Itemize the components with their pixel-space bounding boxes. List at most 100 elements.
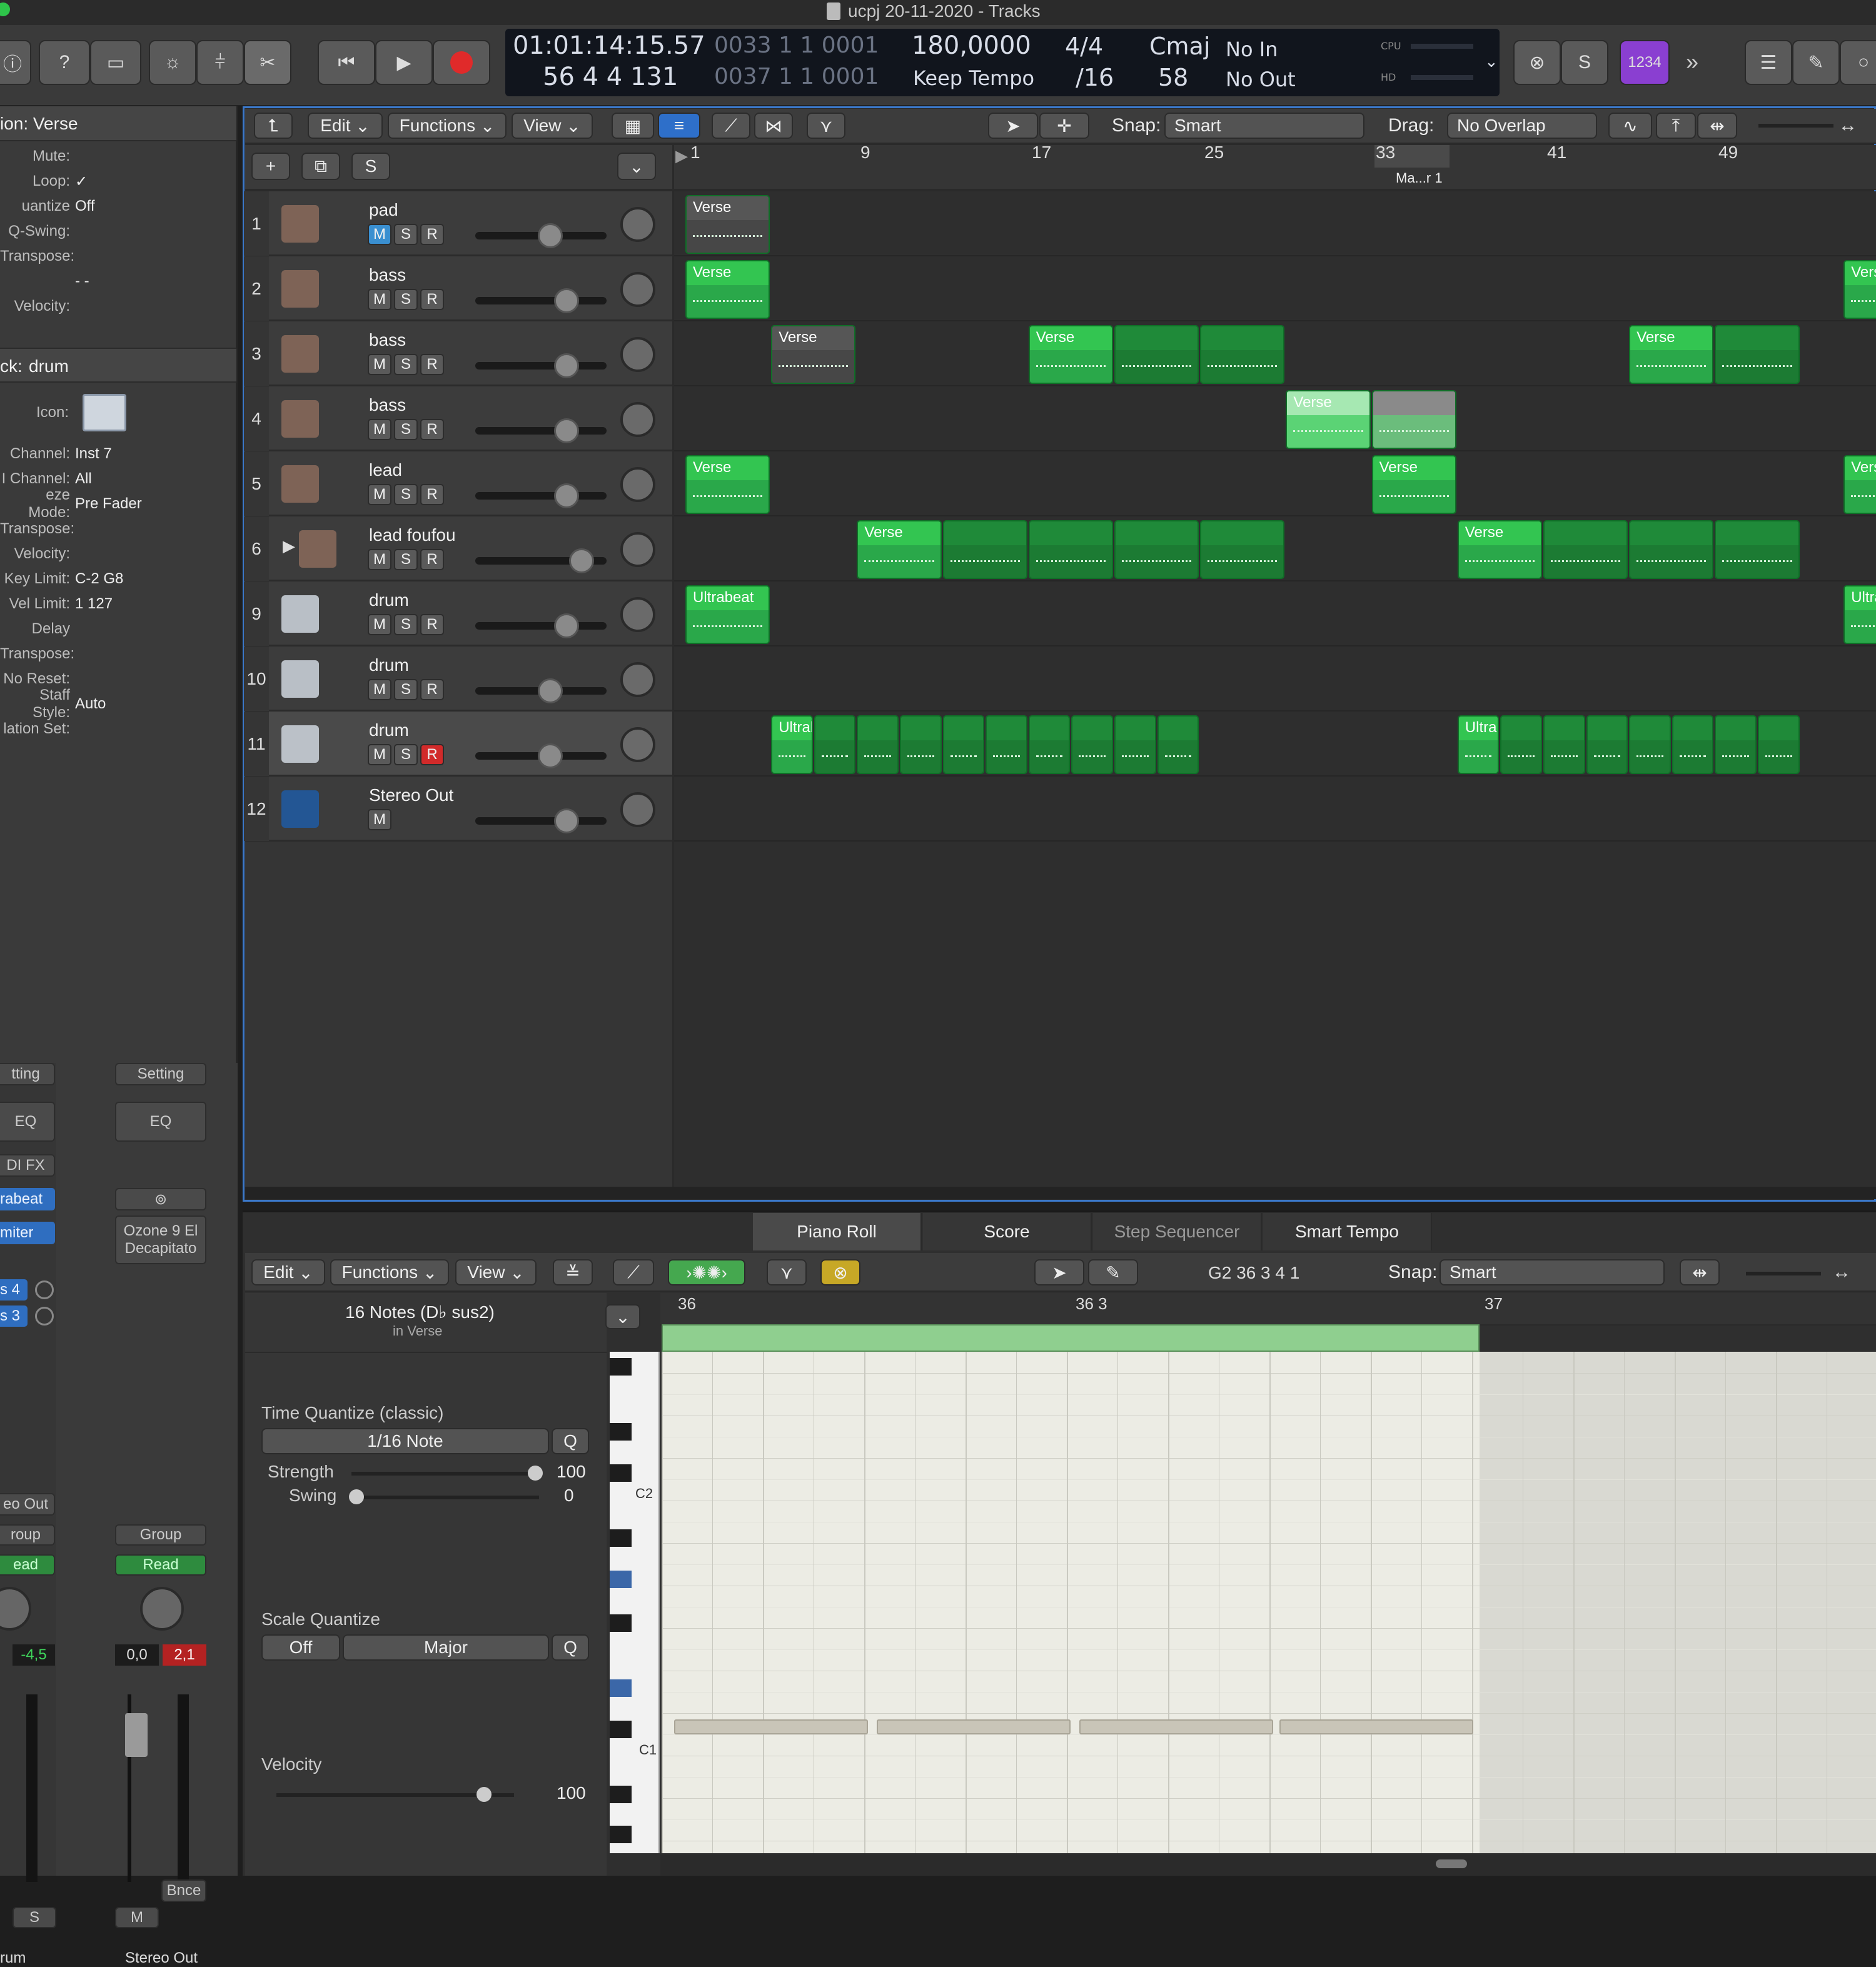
drum-machine-icon[interactable] [281,595,319,633]
arrange-region[interactable] [986,715,1027,774]
volume-slider-knob[interactable] [554,418,579,443]
track-header[interactable]: 5 lead M S R [244,451,672,516]
arrange-region[interactable] [1543,520,1628,579]
track-row[interactable]: Key Limit: C-2 G8 [0,566,234,591]
bounce-button[interactable]: Bnce [161,1879,206,1902]
arrange-region[interactable]: Verse [1286,390,1371,449]
pan-knob[interactable] [620,337,655,372]
arrange-region[interactable] [814,715,856,774]
arrange-region[interactable]: Ultrabeat [1457,715,1500,774]
track-row[interactable]: Velocity: [0,541,234,566]
automation-button[interactable]: ⟋ [712,113,750,139]
volume-slider-knob[interactable] [554,288,579,313]
region-row[interactable]: Q-Swing: [0,219,234,244]
volume-slider[interactable] [475,743,607,768]
record-enable-button[interactable]: R [420,419,444,440]
list-view-button[interactable]: ≡ [658,113,700,139]
black-key[interactable] [610,1423,632,1441]
black-key[interactable] [610,1786,632,1803]
record-enable-button[interactable]: R [420,549,444,570]
pr-pointer-tool[interactable]: ➤ [1034,1259,1084,1285]
list-editors-button[interactable]: ☰ [1745,40,1792,85]
mute-button[interactable]: M [368,354,391,375]
more-icon[interactable]: » [1686,49,1698,75]
mute-button[interactable]: M [368,744,391,765]
black-key[interactable] [610,1721,632,1738]
track-name[interactable]: drum [369,590,409,610]
arrange-region[interactable] [1371,390,1456,449]
lcd-display[interactable]: 01:01:14:15.57 56 4 4 131 0033 1 1 0001 … [505,29,1500,96]
add-track-button[interactable]: + [251,153,290,180]
region-strip[interactable] [662,1324,1480,1352]
record-enable-button[interactable]: R [420,614,444,635]
automation-button-left[interactable]: ead [0,1554,55,1576]
pan-knob-right[interactable] [140,1587,184,1631]
pr-snap-select[interactable]: Smart [1440,1259,1665,1285]
play-button[interactable]: ▶ [375,40,433,85]
arrange-region[interactable] [1758,715,1800,774]
volume-slider-knob[interactable] [554,483,579,508]
black-key[interactable] [610,1529,632,1547]
arrange-region[interactable] [857,715,899,774]
track-row[interactable]: Delay [0,616,234,641]
global-solo-button[interactable]: S [351,153,390,180]
solo-button-left[interactable]: S [13,1907,56,1928]
swing-knob[interactable] [349,1489,364,1504]
editor-tab[interactable]: Piano Roll [753,1213,922,1250]
smart-controls-button[interactable]: ☼ [149,40,196,85]
arrange-region[interactable]: Verse [1457,520,1542,579]
mute-button[interactable]: M [368,224,391,245]
solo-button[interactable]: S [394,679,418,700]
quick-help-button[interactable]: ? [39,40,90,85]
audio-fx-slot-2[interactable]: Decapitato [125,1240,197,1257]
track-header[interactable]: 4 bass M S R [244,386,672,451]
arrange-region[interactable]: Verse [1028,325,1113,384]
track-name[interactable]: lead [369,460,402,480]
fit-vertical-button[interactable]: ⤒ [1656,113,1696,139]
fit-horizontal-button[interactable]: ⇹ [1697,113,1737,139]
pr-scroll-thumb[interactable] [1436,1859,1467,1868]
count-in-button[interactable]: 1234 [1620,40,1670,85]
volume-slider[interactable] [475,418,607,443]
record-enable-button[interactable]: R [420,484,444,505]
region-row[interactable]: Transpose: [0,244,234,269]
pr-functions-menu[interactable]: Functions ⌄ [330,1259,449,1285]
pr-inspector-collapse[interactable]: ⌄ [605,1304,640,1329]
track-name[interactable]: lead foufou [369,525,456,545]
midi-fx-button[interactable]: DI FX [0,1154,55,1177]
pr-fit-button[interactable]: ⇹ [1680,1259,1720,1285]
mute-button[interactable]: M [368,484,391,505]
volume-slider[interactable] [475,353,607,378]
volume-slider[interactable] [475,223,607,248]
midi-note[interactable] [674,1719,868,1734]
arrange-region[interactable] [1114,715,1156,774]
flex-button[interactable]: ⋈ [754,113,793,139]
volume-slider[interactable] [475,808,607,833]
arrange-region[interactable] [1200,325,1285,384]
pr-collapse-button[interactable]: ≚ [553,1259,593,1285]
volume-slider[interactable] [475,288,607,313]
piano-roll-grid[interactable] [662,1352,1876,1853]
vertical-zoom-slider[interactable] [1758,124,1833,128]
link-button[interactable]: ⊚ [115,1188,206,1210]
grid-view-button[interactable]: ▦ [612,113,654,139]
black-key[interactable] [610,1358,632,1376]
duplicate-track-button[interactable]: ⧉ [301,153,340,180]
scale-quantize-off-select[interactable]: Off [261,1634,340,1661]
arrange-region[interactable]: Verse [685,455,770,514]
setting-button-left[interactable]: tting [0,1063,55,1085]
arrange-region[interactable] [1672,715,1714,774]
arrange-region[interactable] [1715,715,1757,774]
solo-button[interactable]: S [394,484,418,505]
solo-button[interactable]: S [394,744,418,765]
midi-in-button[interactable]: ›✺✺› [668,1259,745,1285]
solo-button[interactable]: S [394,549,418,570]
editor-tab[interactable]: Smart Tempo [1263,1213,1432,1250]
view-menu[interactable]: View ⌄ [512,113,593,139]
arrange-region[interactable] [942,520,1027,579]
send-slot-2[interactable]: s 3 [0,1305,28,1327]
arrange-region[interactable] [1543,715,1585,774]
pointer-tool[interactable]: ➤ [988,113,1038,139]
arrange-region[interactable]: Verse [857,520,942,579]
track-header[interactable]: 12 Stereo Out M [244,777,672,841]
